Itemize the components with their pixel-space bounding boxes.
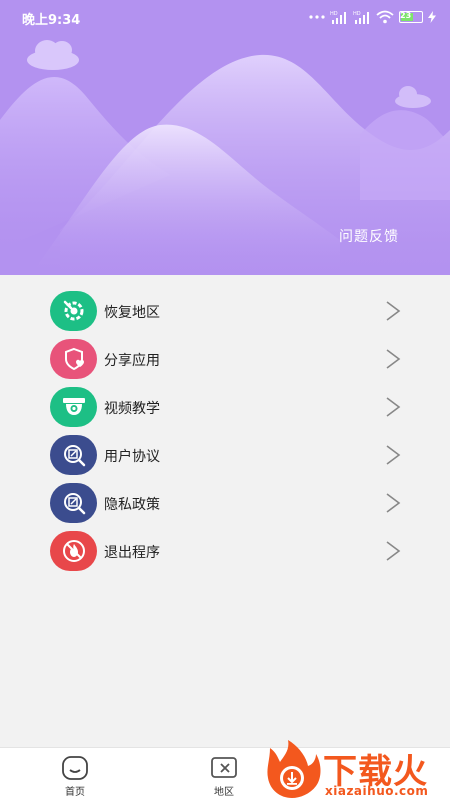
tab-home[interactable]: 首页 xyxy=(45,748,105,800)
chevron-right-icon xyxy=(386,301,401,321)
cloud-icon xyxy=(27,40,79,70)
home-icon xyxy=(62,756,88,780)
svg-text:HD: HD xyxy=(353,11,361,17)
exit-fire-icon xyxy=(50,531,97,571)
tab-label: 首页 xyxy=(65,787,85,798)
menu-item-label: 用户协议 xyxy=(104,449,160,465)
menu-item-video-tutorial[interactable]: 视频教学 xyxy=(0,384,450,432)
wifi-icon xyxy=(376,10,394,24)
menu-item-exit-app[interactable]: 退出程序 xyxy=(0,528,450,576)
privacy-search-icon xyxy=(50,483,97,523)
restore-icon xyxy=(50,291,97,331)
chevron-right-icon xyxy=(386,445,401,465)
menu-item-privacy-policy[interactable]: 隐私政策 xyxy=(0,480,450,528)
signal-icon: HD xyxy=(353,10,371,24)
feedback-link[interactable]: 问题反馈 xyxy=(339,226,399,246)
settings-menu: 恢复地区 分享应用 视频教学 用户协议 隐私政策 退出程序 xyxy=(0,288,450,576)
menu-item-label: 退出程序 xyxy=(104,545,160,561)
signal-icon: HD xyxy=(330,10,348,24)
share-heart-icon xyxy=(50,339,97,379)
dots-icon xyxy=(309,14,325,20)
chevron-right-icon xyxy=(386,349,401,369)
chevron-right-icon xyxy=(386,493,401,513)
header-banner: 晚上9:34 HD HD 23 问题反馈 xyxy=(0,0,450,275)
status-bar: 晚上9:34 HD HD 23 xyxy=(0,0,450,34)
watermark-logo: 下载火 xiazaihuo.com xyxy=(262,738,450,800)
watermark-url: xiazaihuo.com xyxy=(325,784,429,798)
menu-item-label: 恢复地区 xyxy=(104,305,160,321)
charging-icon xyxy=(428,11,436,23)
menu-item-label: 分享应用 xyxy=(104,353,160,369)
menu-item-share-app[interactable]: 分享应用 xyxy=(0,336,450,384)
chevron-right-icon xyxy=(386,541,401,561)
agreement-search-icon xyxy=(50,435,97,475)
camera-icon xyxy=(50,387,97,427)
battery-icon: 23 xyxy=(399,11,423,23)
flame-logo-icon xyxy=(267,740,321,798)
menu-item-user-agreement[interactable]: 用户协议 xyxy=(0,432,450,480)
tab-region[interactable]: 地区 xyxy=(194,748,254,800)
region-icon xyxy=(211,757,237,778)
tab-label: 地区 xyxy=(214,787,234,798)
chevron-right-icon xyxy=(386,397,401,417)
menu-item-restore-region[interactable]: 恢复地区 xyxy=(0,288,450,336)
menu-item-label: 视频教学 xyxy=(104,401,160,417)
menu-item-label: 隐私政策 xyxy=(104,497,160,513)
status-time: 晚上9:34 xyxy=(22,13,81,28)
status-icons: HD HD 23 xyxy=(309,8,436,26)
svg-text:HD: HD xyxy=(330,11,338,17)
